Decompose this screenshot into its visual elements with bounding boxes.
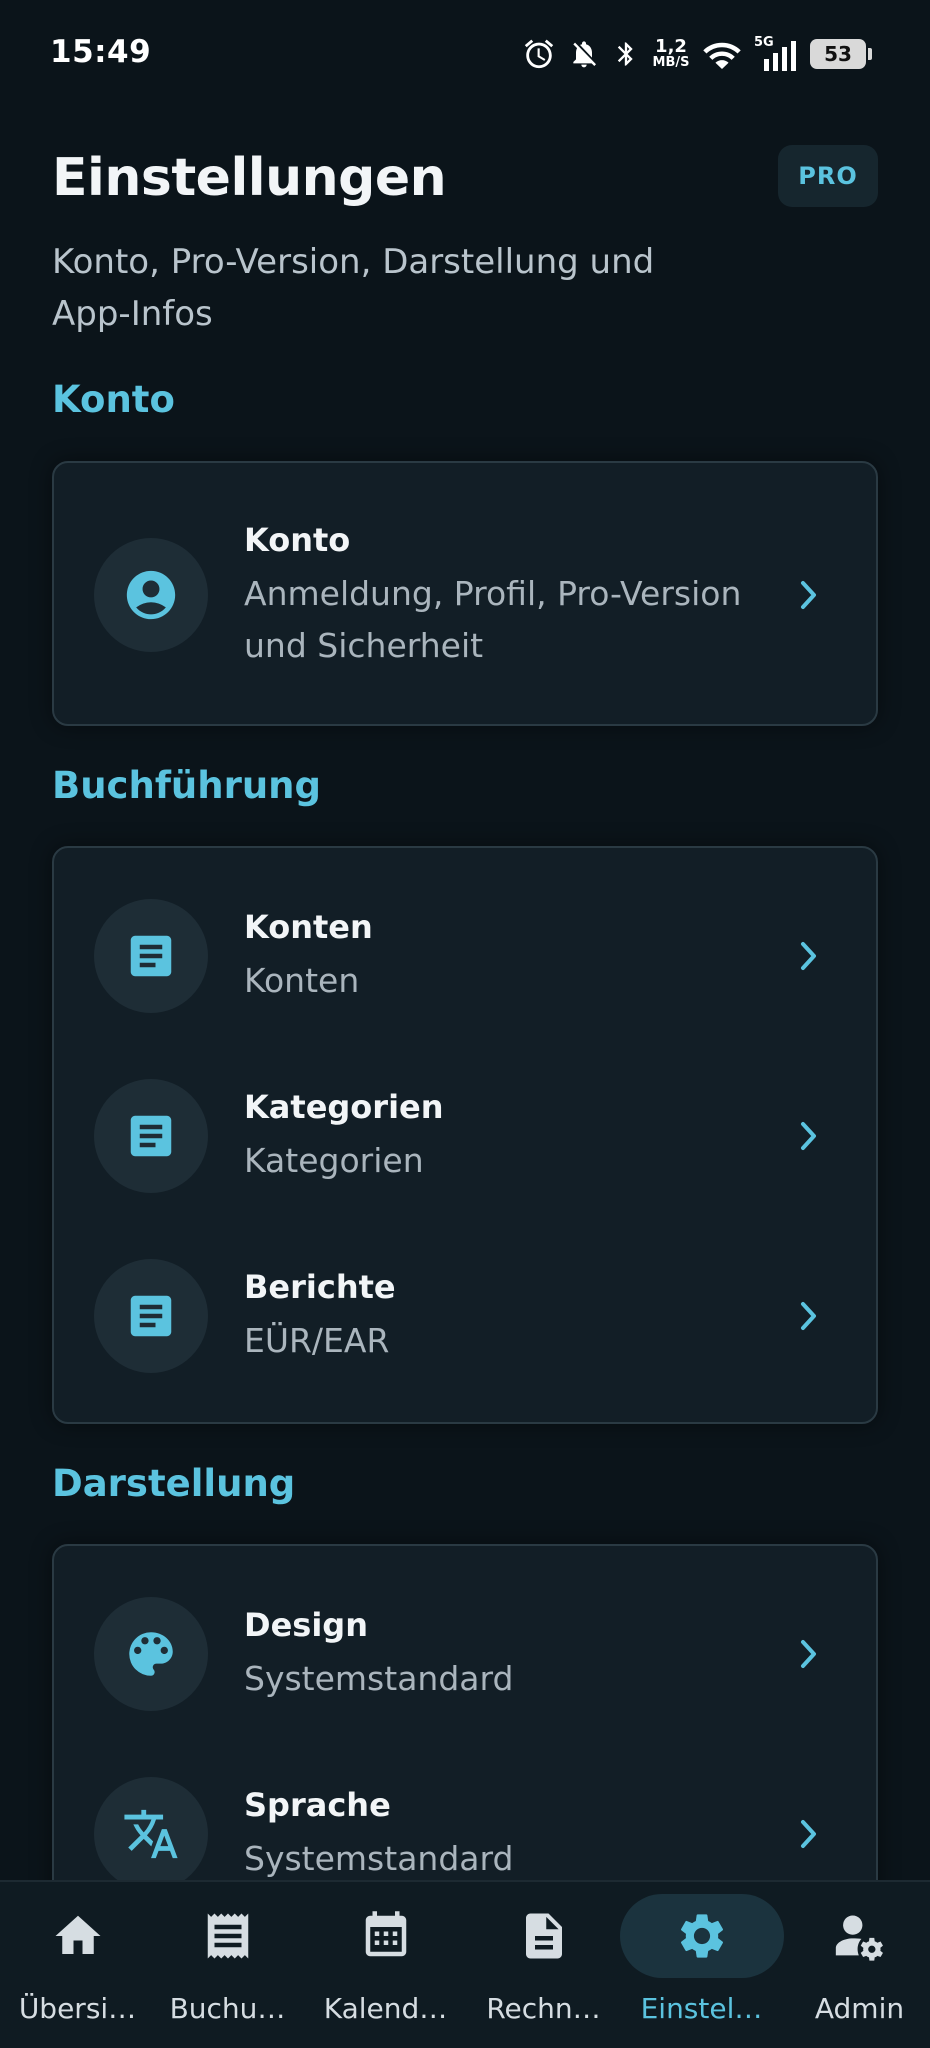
chevron-right-icon: [801, 942, 816, 970]
invoice-icon: [525, 1913, 562, 1959]
alarm-icon: [524, 39, 554, 69]
status-bar: 15:49 1,2 MB/S 5G 53: [0, 0, 930, 100]
settings-item-title: Berichte: [244, 1268, 396, 1306]
account-circle-icon: [126, 570, 176, 620]
notifications-off-icon: [573, 41, 596, 68]
settings-item-konto[interactable]: Konto Anmeldung, Profil, Pro-Version und…: [54, 505, 876, 685]
nav-label: Einstel…: [640, 1992, 763, 2025]
page-subtitle: Konto, Pro-Version, Darstellung und App-…: [52, 242, 655, 334]
palette-icon: [129, 1632, 173, 1676]
nav-item-admin[interactable]: Admin: [782, 1882, 930, 2048]
settings-item-kategorien[interactable]: Kategorien Kategorien: [54, 1046, 876, 1226]
card-buchfuehrung: Konten Konten Kategorien Kategorien Beri…: [52, 846, 878, 1424]
home-icon: [55, 1915, 100, 1954]
settings-item-title: Kategorien: [244, 1088, 444, 1126]
nav-item-kalender[interactable]: Kalend…: [308, 1882, 463, 2048]
translate-icon: [124, 1809, 178, 1859]
chevron-right-icon: [801, 1820, 816, 1848]
document-icon: [130, 1115, 172, 1157]
network-speed-value: 1,2: [655, 36, 687, 57]
nav-label: Buchu…: [169, 1992, 286, 2025]
settings-item-konten[interactable]: Konten Konten: [54, 866, 876, 1046]
chevron-right-icon: [801, 581, 816, 609]
nav-label: Übersi…: [18, 1992, 137, 2025]
bluetooth-icon: [617, 42, 633, 66]
nav-item-uebersicht[interactable]: Übersi…: [0, 1882, 155, 2048]
settings-item-subtitle: Konten: [244, 961, 360, 1000]
network-speed: 1,2 MB/S: [652, 38, 690, 70]
settings-screen: 15:49 1,2 MB/S 5G 53 Einstellungen PRO K…: [0, 0, 930, 2048]
nav-label: Rechn…: [486, 1992, 601, 2025]
battery-level: 53: [824, 42, 852, 66]
section-header-buchfuehrung: Buchführung: [52, 764, 322, 807]
chevron-right-icon: [801, 1122, 816, 1150]
nav-label: Admin: [814, 1992, 905, 2025]
document-icon: [130, 935, 172, 977]
pro-badge: PRO: [778, 145, 878, 207]
settings-item-title: Sprache: [244, 1786, 391, 1824]
card-konto: Konto Anmeldung, Profil, Pro-Version und…: [52, 461, 878, 726]
network-speed-unit: MB/S: [652, 55, 690, 70]
nav-item-einstellungen[interactable]: Einstel…: [619, 1882, 784, 2048]
settings-item-subtitle: EÜR/EAR: [244, 1321, 390, 1360]
document-icon: [130, 1295, 172, 1337]
settings-item-berichte[interactable]: Berichte EÜR/EAR: [54, 1226, 876, 1406]
status-icons: 1,2 MB/S 5G 53: [522, 34, 872, 74]
page-title: Einstellungen: [52, 148, 447, 208]
settings-item-design[interactable]: Design Systemstandard: [54, 1564, 876, 1744]
settings-item-subtitle: Systemstandard: [244, 1659, 514, 1698]
battery-icon: 53: [810, 39, 872, 69]
bottom-navigation: Übersi… Buchu… Kalend… Rechn… Einstel… A…: [0, 1880, 930, 2048]
wifi-icon: [703, 42, 741, 70]
settings-item-subtitle: Systemstandard: [244, 1839, 514, 1878]
settings-item-title: Design: [244, 1606, 368, 1644]
status-time: 15:49: [50, 34, 152, 70]
signal-icon: [764, 41, 796, 71]
section-header-darstellung: Darstellung: [52, 1462, 296, 1505]
calendar-icon: [365, 1911, 406, 1957]
section-header-konto: Konto: [52, 378, 175, 421]
nav-label: Kalend…: [323, 1992, 448, 2025]
nav-item-buchungen[interactable]: Buchu…: [150, 1882, 305, 2048]
cellular-signal: 5G: [754, 35, 798, 71]
settings-item-title: Konto: [244, 521, 351, 559]
admin-icon: [835, 1915, 883, 1961]
settings-icon: [680, 1914, 723, 1958]
settings-item-subtitle: Kategorien: [244, 1141, 424, 1180]
receipt-icon: [207, 1913, 248, 1959]
chevron-right-icon: [801, 1640, 816, 1668]
settings-item-title: Konten: [244, 908, 373, 946]
settings-item-subtitle: Anmeldung, Profil, Pro-Version und Siche…: [244, 574, 742, 665]
chevron-right-icon: [801, 1302, 816, 1330]
nav-item-rechnungen[interactable]: Rechn…: [466, 1882, 621, 2048]
